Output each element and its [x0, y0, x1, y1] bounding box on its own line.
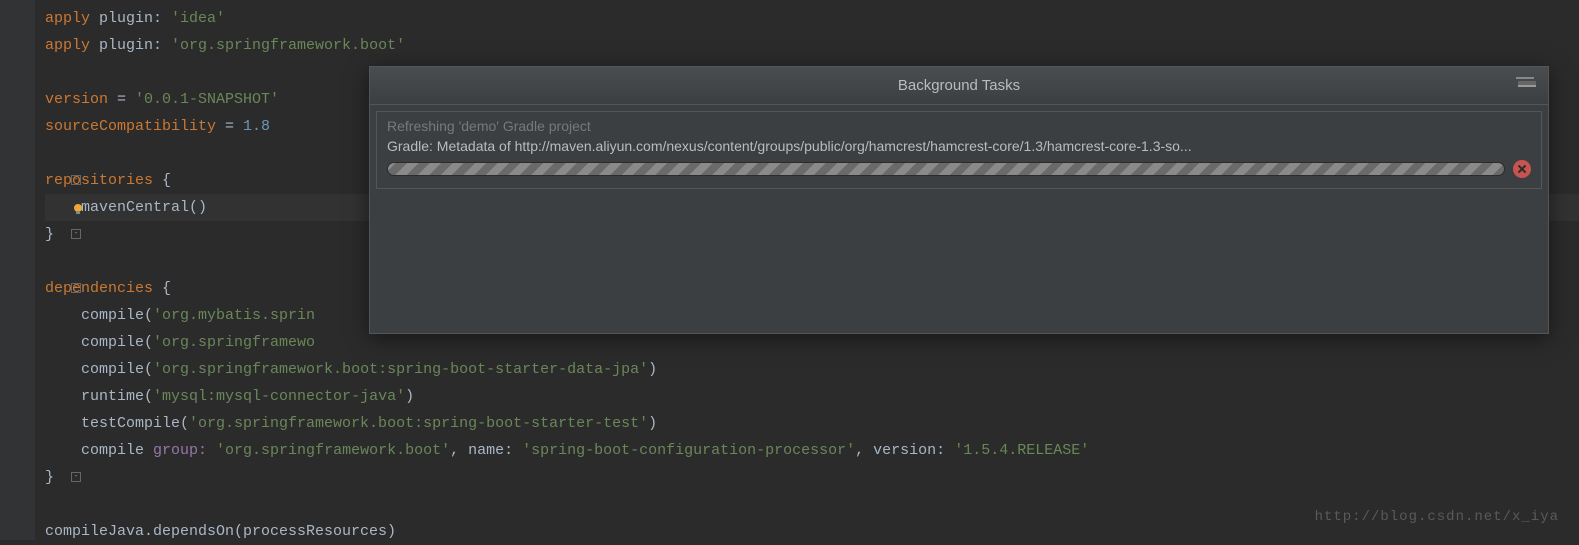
code-line: compile group: 'org.springframework.boot…: [45, 437, 1579, 464]
fold-icon[interactable]: -: [71, 283, 81, 293]
background-tasks-dialog: Background Tasks Refreshing 'demo' Gradl…: [369, 66, 1549, 334]
fold-icon[interactable]: -: [71, 175, 81, 185]
code-line: runtime('mysql:mysql-connector-java'): [45, 383, 1579, 410]
cancel-task-icon[interactable]: [1513, 160, 1531, 178]
progress-row: [377, 160, 1541, 188]
dialog-titlebar[interactable]: Background Tasks: [370, 67, 1548, 105]
fold-icon[interactable]: -: [71, 229, 81, 239]
progress-bar: [387, 162, 1505, 176]
task-label: Refreshing 'demo' Gradle project: [377, 112, 1541, 136]
fold-icon[interactable]: -: [71, 472, 81, 482]
code-line: apply plugin: 'idea': [45, 5, 1579, 32]
code-line: -}: [45, 464, 1579, 491]
intention-bulb-icon[interactable]: [71, 200, 85, 214]
code-line: testCompile('org.springframework.boot:sp…: [45, 410, 1579, 437]
dialog-title: Background Tasks: [898, 77, 1020, 94]
tasks-container: Refreshing 'demo' Gradle project Gradle:…: [376, 111, 1542, 189]
minimize-icon[interactable]: [1518, 81, 1536, 87]
code-line: apply plugin: 'org.springframework.boot': [45, 32, 1579, 59]
code-line: compile('org.springframework.boot:spring…: [45, 356, 1579, 383]
watermark: http://blog.csdn.net/x_iya: [1315, 509, 1559, 525]
task-detail: Gradle: Metadata of http://maven.aliyun.…: [377, 136, 1541, 160]
